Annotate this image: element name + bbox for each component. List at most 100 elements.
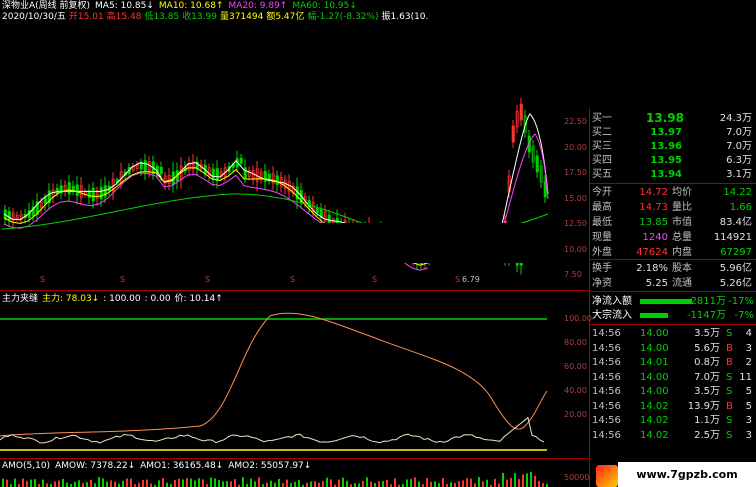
stat-label: 内盘: [672, 247, 692, 258]
tick-row[interactable]: 14:56 14.00 3.5万 S 4: [592, 327, 756, 340]
indicator-chart[interactable]: [0, 306, 562, 456]
chart-header-line1: 深物业A(周线 前复权) MA5: 10.85↓ MA10: 10.68↑ MA20:…: [2, 1, 362, 12]
stat-row: 换手 2.18% 股本 5.96亿: [592, 262, 756, 275]
stat-value: 13.85: [639, 217, 668, 228]
amo-bar: [86, 482, 88, 487]
amo-bar: [226, 481, 228, 487]
tick-price: 14.00: [640, 371, 669, 383]
amo-bar: [118, 483, 120, 487]
amo-bar: [30, 479, 32, 487]
header-line2-item-3: 低13.85: [144, 12, 180, 22]
candle-body: [275, 175, 279, 185]
stat-row: 今开 14.72 均价 14.22: [592, 186, 756, 199]
stat-label: 外盘: [592, 247, 612, 258]
tick-count: 11: [739, 371, 752, 383]
order-label: 买五: [592, 169, 612, 180]
amo-bar: [522, 474, 524, 487]
candle-body: [159, 166, 163, 175]
stat-label: 市值: [672, 217, 692, 228]
tick-count: 4: [745, 328, 752, 339]
header-line1-item-3: MA20: 9.89↑: [228, 1, 288, 11]
tick-row[interactable]: 14:56 14.02 1.1万 S 3: [592, 414, 756, 427]
period-marker: S: [40, 275, 45, 284]
amo-bar: [74, 481, 76, 487]
amo-bar: [526, 473, 528, 487]
flow-label: 大宗流入: [592, 310, 632, 321]
amo-bar: [110, 480, 112, 487]
tick-volume: 3.5万: [694, 328, 720, 339]
amo-bar: [314, 481, 316, 487]
amo-bar: [514, 473, 516, 487]
stat-row: 最高 14.73 量比 1.66: [592, 201, 756, 214]
header-line2-item-2: 高15.48: [106, 12, 142, 22]
amo-bar: [222, 481, 224, 487]
quote-separator-1: [590, 183, 756, 184]
indicator-axis-label-1: 80.00: [564, 338, 587, 347]
price-axis-label-2: 17.50: [564, 168, 587, 177]
tick-row[interactable]: 14:56 14.00 7.0万 S 11: [592, 371, 756, 384]
amo-bar: [466, 478, 468, 487]
flow-pct: -17%: [728, 296, 754, 307]
period-marker: S: [290, 275, 295, 284]
amo-bar: [258, 477, 260, 487]
tick-row[interactable]: 14:56 14.00 3.5万 S 5: [592, 385, 756, 398]
amo-bar: [370, 481, 372, 487]
tick-time: 14:56: [592, 400, 621, 412]
tick-row[interactable]: 14:56 14.02 2.5万 S 3: [592, 429, 756, 442]
amo-bar: [6, 479, 8, 487]
order-book-row: 买一 13.98 24.3万: [592, 112, 756, 125]
order-label: 买一: [592, 113, 612, 124]
panel-separator-main: [0, 290, 589, 291]
amo-chart[interactable]: [0, 472, 562, 487]
amo-bar: [54, 481, 56, 487]
header-line1-item-2: MA10: 10.68↑: [158, 1, 224, 11]
quote-separator-3: [590, 291, 756, 292]
order-volume: 6.3万: [726, 155, 752, 166]
amo-bar: [438, 483, 440, 487]
tick-price: 14.00: [640, 386, 669, 397]
blackout-box-mid: [231, 223, 525, 263]
stat-label: 均价: [672, 187, 692, 198]
tick-side: S: [726, 429, 733, 441]
tick-row[interactable]: 14:56 14.00 5.6万 B 3: [592, 342, 756, 355]
amo-bar: [518, 479, 520, 487]
tick-time: 14:56: [592, 386, 621, 397]
amo-bar: [322, 481, 324, 487]
order-book-row: 买五 13.94 3.1万: [592, 168, 756, 181]
indicator-axis-label-2: 60.00: [564, 362, 587, 371]
amo-bar: [234, 479, 236, 487]
period-marker: S: [372, 275, 377, 284]
tick-row[interactable]: 14:56 14.02 13.9万 B 5: [592, 400, 756, 413]
indicator-legend-item-3: : 0.00: [144, 294, 171, 304]
header-line2-item-7: 幅-1.27(-8.32%): [307, 12, 379, 22]
header-line1-item-0: 深物业A(周线 前复权): [2, 1, 91, 11]
tick-volume: 3.5万: [694, 386, 720, 397]
amo-bar: [22, 478, 24, 487]
flow-value: -2811万: [686, 296, 726, 307]
quote-separator-4: [590, 324, 756, 325]
amo-bar: [150, 483, 152, 487]
panel-separator-bottom: [0, 458, 589, 459]
indicator-legend: 主力夹缝 主力: 78.03↓: 100.00: 0.00 价: 10.14↑: [2, 294, 227, 305]
amo-bar: [182, 479, 184, 487]
candle-body: [243, 167, 247, 179]
indicator-axis-label-3: 40.00: [564, 386, 587, 395]
watermark: www.7gpzb.com: [618, 462, 756, 487]
amo-bar: [330, 479, 332, 487]
order-volume: 7.0万: [726, 141, 752, 152]
tick-row[interactable]: 14:56 14.01 0.8万 B 2: [592, 356, 756, 369]
amo-bar: [162, 478, 164, 487]
amo-bar: [430, 481, 432, 487]
amo-bar: [414, 477, 416, 487]
candle-body: [55, 188, 59, 194]
amo-bar: [470, 478, 472, 487]
amo-bar: [210, 477, 212, 487]
candle-body: [215, 168, 219, 182]
tick-count: 5: [745, 386, 752, 397]
stat-value: 83.4亿: [719, 217, 752, 228]
amo-legend-item-0: AMO(5,10): [2, 461, 51, 471]
amo-bar: [282, 483, 284, 487]
amo-legend-item-1: AMOW: 7378.22↓: [55, 461, 136, 471]
stat-value: 5.26亿: [719, 278, 752, 289]
tick-time: 14:56: [592, 357, 621, 368]
